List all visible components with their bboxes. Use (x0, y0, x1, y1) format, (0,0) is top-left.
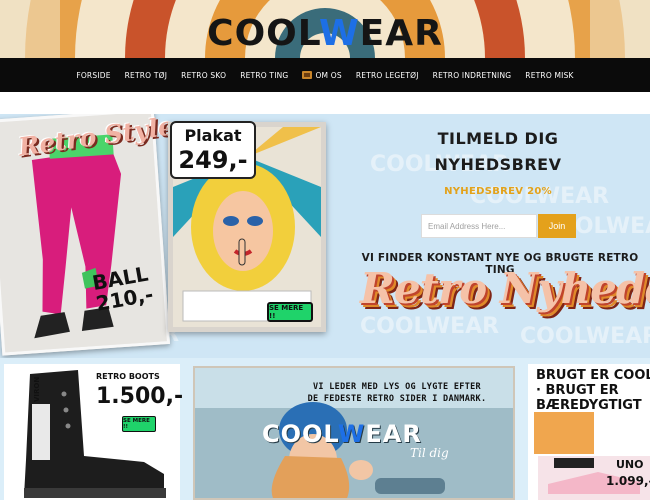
retro-boots-label: RETRO BOOTS (96, 372, 160, 381)
watermark-text: COOLWEAR (520, 324, 650, 349)
nav-item-retro-ting[interactable]: RETRO TING (233, 71, 295, 80)
newsletter-heading: TILMELD DIG NYHEDSBREV (380, 126, 616, 178)
plakat-label: Plakat (184, 126, 242, 145)
se-mere-button[interactable]: SE MERE !! (267, 302, 313, 322)
main-nav: FORSIDE RETRO TØJ RETRO SKO RETRO TING O… (0, 58, 650, 92)
newsletter-heading-line2: NYHEDSBREV (434, 155, 562, 174)
brugt-er-cool-line2: · BRUGT ER (536, 383, 619, 398)
promo-line-2: DE FEDESTE RETRO SIDER I DANMARK. (307, 394, 487, 404)
nav-item-retro-indretning[interactable]: RETRO INDRETNING (426, 71, 519, 80)
email-input[interactable] (421, 214, 537, 238)
retro-nyheder-heading[interactable]: Retro Nyheder (360, 264, 650, 313)
boots-se-mere-button[interactable]: SE MERE !! (122, 416, 156, 432)
newsletter-discount: NYHEDSBREV 20% (444, 186, 552, 197)
nav-item-forside[interactable]: FORSIDE (69, 71, 117, 80)
flag-icon (302, 71, 313, 79)
plakat-price-tag: Plakat 249,- (170, 121, 256, 179)
watermark-text: COOLWEAR (360, 314, 500, 339)
brugt-er-cool-line1: BRUGT ER COOL (536, 368, 650, 383)
promo-line-1: VI LEDER MED LYS OG LYGTE EFTER (313, 382, 481, 392)
uno-price: 1.099,- (606, 474, 650, 488)
promo-logo: COOLWEAR (262, 420, 422, 448)
promo-subtitle: Til dig (410, 446, 449, 460)
brugt-er-cool-line3: BÆREDYGTIGT (536, 398, 642, 413)
nav-item-om-os-label: OM OS (315, 70, 342, 80)
plakat-amount: 249,- (178, 146, 248, 174)
ball-price: BALL 210,- (90, 262, 155, 316)
nav-item-retro-toj[interactable]: RETRO TØJ (118, 71, 175, 80)
hero-section: COOLWEAR COOLWEAR COOLWEAR COOLWEAR COOL… (0, 114, 650, 358)
nav-item-retro-legetoj[interactable]: RETRO LEGETØJ (349, 71, 426, 80)
boot-brand-mark: VIRON (33, 376, 41, 402)
spacer (0, 92, 650, 114)
nav-item-retro-sko[interactable]: RETRO SKO (174, 71, 233, 80)
retro-boots-price: 1.500,- (96, 384, 184, 409)
header-banner: COOLWEAR (0, 0, 650, 58)
join-button[interactable]: Join (538, 214, 576, 238)
uno-label: UNO (616, 458, 644, 471)
newsletter-heading-line1: TILMELD DIG (437, 129, 559, 148)
site-logo[interactable]: COOLWEAR (0, 14, 650, 54)
nav-item-om-os[interactable]: OM OS (295, 71, 348, 80)
nav-item-retro-misk[interactable]: RETRO MISK (518, 71, 580, 80)
